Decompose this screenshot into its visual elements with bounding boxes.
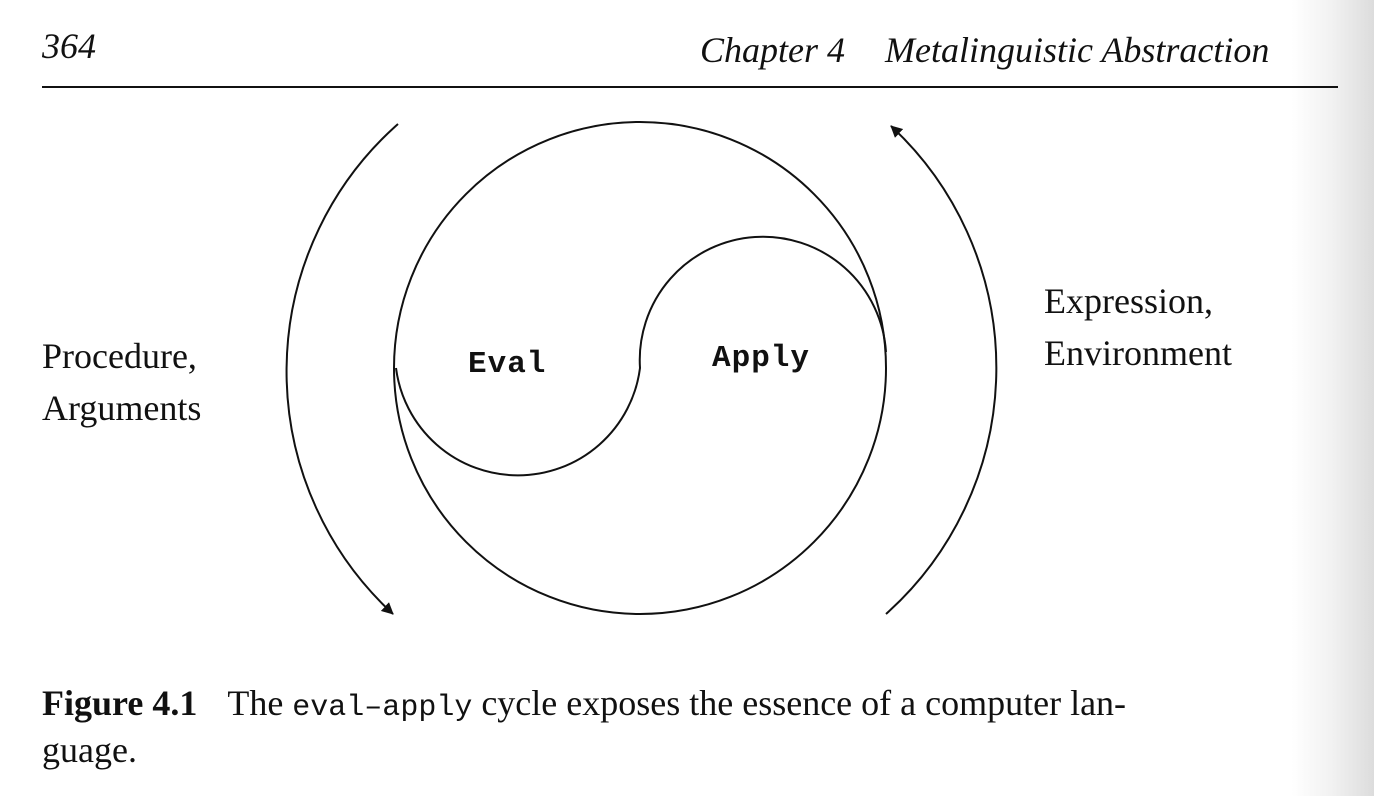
procedure-arguments-label: Procedure, Arguments [42, 330, 201, 434]
arguments-text: Arguments [42, 388, 202, 428]
caption-code: eval–apply [292, 691, 473, 725]
caption-text-line2: guage. [42, 730, 137, 770]
caption-text-after: cycle exposes the essence of a computer … [481, 683, 1127, 723]
environment-text: Environment [1044, 333, 1232, 373]
figure-caption: Figure 4.1 The eval–apply cycle exposes t… [42, 682, 1342, 771]
right-cycle-arrow [885, 125, 998, 615]
expression-text: Expression, [1044, 281, 1213, 321]
caption-text-before: The [227, 683, 284, 723]
procedure-text: Procedure, [42, 336, 197, 376]
left-cycle-arrow [285, 123, 399, 615]
apply-label: Apply [712, 341, 811, 376]
expression-environment-label: Expression, Environment [1044, 275, 1232, 379]
book-page: 364 Chapter 4 Metalinguistic Abstraction … [0, 0, 1374, 796]
eval-apply-figure: Procedure, Arguments Expression, Environ… [0, 0, 1374, 640]
eval-label: Eval [468, 347, 547, 382]
figure-number: Figure 4.1 [42, 683, 198, 723]
